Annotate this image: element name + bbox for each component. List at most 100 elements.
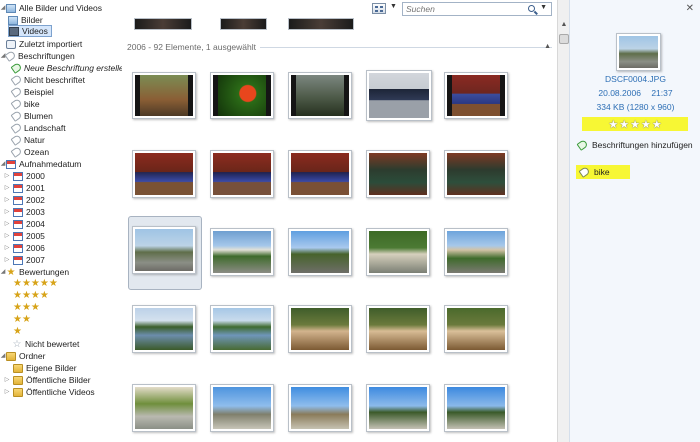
calendar-icon [13, 195, 23, 205]
rating-star-icon[interactable]: ★ [630, 118, 640, 131]
expand-triangle-icon[interactable]: ▷ [4, 230, 10, 242]
nav-item-year[interactable]: ▷ 2006 [4, 242, 45, 254]
nav-item-tag-ozean[interactable]: Ozean [10, 146, 49, 158]
thumbnail-photo[interactable] [444, 228, 508, 276]
expand-triangle-icon[interactable]: ▷ [4, 194, 10, 206]
thumbnail-video[interactable] [288, 72, 352, 119]
nav-item-folder-my-pictures[interactable]: Eigene Bilder [4, 362, 77, 374]
nav-item-tag-beispiel[interactable]: Beispiel [10, 86, 54, 98]
thumbnail-photo[interactable] [366, 228, 430, 276]
expand-triangle-icon[interactable]: ▷ [4, 182, 10, 194]
expand-triangle-icon[interactable]: ▷ [4, 374, 10, 386]
search-icon[interactable] [528, 5, 535, 12]
rating-stars[interactable]: ★ ★ ★ ★ ★ [582, 117, 688, 131]
nav-item-folder-public-pictures[interactable]: ▷ Öffentliche Bilder [4, 374, 91, 386]
thumbnail-photo-selected[interactable] [132, 226, 196, 274]
tag-chip[interactable]: bike [576, 165, 630, 179]
search-options-dropdown-icon[interactable]: ▼ [540, 4, 547, 11]
nav-item-ratings[interactable]: ◢ ★ Bewertungen [0, 266, 69, 278]
nav-item-tag-bike[interactable]: bike [10, 98, 40, 110]
nav-item-tag-natur[interactable]: Natur [10, 134, 45, 146]
calendar-icon [13, 231, 23, 241]
thumbnail-photo[interactable] [132, 305, 196, 353]
thumbnail-photo[interactable] [210, 384, 274, 432]
nav-item-all-media[interactable]: ◢ Alle Bilder und Videos [0, 2, 102, 14]
thumbnail-photo[interactable] [366, 70, 432, 121]
thumbnail-photo[interactable] [288, 228, 352, 276]
view-mode-dropdown-icon[interactable]: ▼ [390, 3, 397, 10]
thumbnail-photo[interactable] [132, 150, 196, 198]
expand-triangle-icon[interactable]: ▷ [4, 206, 10, 218]
nav-item-rating-4[interactable]: ★★★★ [13, 290, 49, 302]
thumbnail-photo[interactable] [444, 305, 508, 353]
calendar-icon [13, 243, 23, 253]
search-box[interactable]: ▼ [402, 2, 552, 16]
rating-star-icon[interactable]: ★ [608, 118, 618, 131]
nav-item-year[interactable]: ▷ 2004 [4, 218, 45, 230]
nav-item-folder-public-videos[interactable]: ▷ Öffentliche Videos [4, 386, 95, 398]
thumbnail-video[interactable] [132, 72, 196, 119]
search-input[interactable] [403, 3, 523, 15]
nav-item-create-tag[interactable]: Neue Beschriftung erstellen [10, 62, 122, 74]
expand-triangle-icon[interactable]: ▷ [4, 254, 10, 266]
file-name[interactable]: DSCF0004.JPG [570, 74, 700, 84]
nav-item-untagged[interactable]: Nicht beschriftet [10, 74, 85, 86]
nav-item-rating-5[interactable]: ★★★★★ [13, 278, 58, 290]
nav-item-rating-2[interactable]: ★★ [13, 314, 31, 326]
thumbnail-photo[interactable] [210, 150, 274, 198]
scroll-up-icon[interactable]: ▲ [559, 20, 569, 30]
expand-triangle-icon[interactable]: ▷ [4, 218, 10, 230]
add-tag-icon [576, 139, 589, 151]
folder-icon [13, 363, 23, 373]
thumbnail-partial[interactable] [134, 18, 192, 30]
vertical-scrollbar[interactable]: ▲ [557, 0, 569, 442]
tag-icon [10, 146, 23, 158]
thumbnail-photo[interactable] [288, 384, 352, 432]
thumbnail-partial[interactable] [288, 18, 354, 30]
thumbnail-photo[interactable] [132, 384, 196, 432]
nav-item-tag-blumen[interactable]: Blumen [10, 110, 53, 122]
nav-item-rating-3[interactable]: ★★★ [13, 302, 40, 314]
thumbnail-photo[interactable] [366, 150, 430, 198]
add-tags-button[interactable]: Beschriftungen hinzufügen [576, 139, 693, 151]
rating-star-icon[interactable]: ★ [619, 118, 629, 131]
expand-triangle-icon[interactable]: ▷ [4, 170, 10, 182]
thumbnail-video[interactable] [210, 72, 274, 119]
thumbnail-photo[interactable] [366, 384, 430, 432]
nav-item-year[interactable]: ▷ 2002 [4, 194, 45, 206]
rating-star-icon[interactable]: ★ [641, 118, 651, 131]
nav-item-rating-1[interactable]: ★ [13, 326, 22, 338]
view-mode-button[interactable] [372, 3, 386, 14]
thumbnail-photo[interactable] [366, 305, 430, 353]
close-pane-icon[interactable]: ✕ [686, 3, 694, 14]
nav-item-date-taken[interactable]: ◢ Aufnahmedatum [0, 158, 82, 170]
thumbnail-photo[interactable] [210, 305, 274, 353]
thumbnail-photo[interactable] [444, 384, 508, 432]
expand-triangle-icon[interactable]: ▷ [4, 242, 10, 254]
expand-triangle-icon[interactable]: ▷ [4, 386, 10, 398]
folder-icon [13, 387, 23, 397]
nav-item-year[interactable]: ▷ 2003 [4, 206, 45, 218]
scrollbar-thumb[interactable] [559, 34, 569, 44]
nav-item-tag-landschaft[interactable]: Landschaft [10, 122, 66, 134]
thumbnail-area: 2006 - 92 Elemente, 1 ausgewählt ▲ [122, 0, 557, 442]
thumbnail-photo[interactable] [288, 305, 352, 353]
thumbnail-photo[interactable] [444, 150, 508, 198]
date-time[interactable]: 20.08.2006 21:37 [570, 88, 700, 98]
nav-item-folders[interactable]: ◢ Ordner [0, 350, 46, 362]
collapse-group-icon[interactable]: ▲ [544, 43, 551, 50]
thumbnail-partial[interactable] [220, 18, 267, 30]
rating-star-icon[interactable]: ★ [652, 118, 662, 131]
nav-item-tags[interactable]: ◢ Beschriftungen [0, 50, 75, 62]
nav-item-year[interactable]: ▷ 2001 [4, 182, 45, 194]
group-header[interactable]: 2006 - 92 Elemente, 1 ausgewählt [127, 41, 552, 53]
thumbnail-photo[interactable] [288, 150, 352, 198]
nav-item-not-rated[interactable]: ☆ Nicht bewertet [12, 338, 80, 350]
nav-item-year[interactable]: ▷ 2005 [4, 230, 45, 242]
nav-item-year[interactable]: ▷ 2000 [4, 170, 45, 182]
nav-item-videos[interactable]: Videos [8, 25, 52, 37]
nav-item-recently-imported[interactable]: Zuletzt importiert [6, 38, 82, 50]
thumbnail-photo[interactable] [210, 228, 274, 276]
thumbnail-video[interactable] [444, 72, 508, 119]
nav-item-year[interactable]: ▷ 2007 [4, 254, 45, 266]
